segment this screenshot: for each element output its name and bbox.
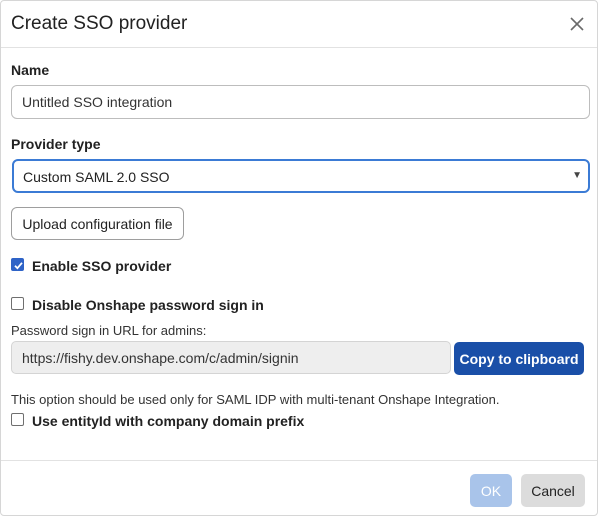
name-label: Name (11, 62, 50, 78)
disable-password-checkbox[interactable] (11, 297, 24, 310)
provider-type-select[interactable]: Custom SAML 2.0 SSO ▼ (12, 159, 590, 193)
name-input[interactable] (11, 85, 590, 119)
upload-configuration-file-button[interactable]: Upload configuration file (11, 207, 184, 240)
provider-type-selected-value: Custom SAML 2.0 SSO (23, 169, 170, 185)
password-url-label: Password sign in URL for admins: (11, 323, 207, 338)
checkmark-icon (14, 262, 23, 270)
cancel-button[interactable]: Cancel (521, 474, 585, 507)
close-icon[interactable] (567, 14, 587, 34)
caret-down-icon: ▼ (572, 170, 582, 181)
entity-id-note: This option should be used only for SAML… (11, 392, 500, 407)
footer-divider (1, 460, 597, 461)
entity-id-label: Use entityId with company domain prefix (32, 413, 305, 429)
entity-id-checkbox[interactable] (11, 413, 24, 426)
disable-password-label: Disable Onshape password sign in (32, 297, 264, 313)
dialog-title: Create SSO provider (11, 13, 188, 34)
password-url-field[interactable] (11, 341, 451, 374)
dialog-header: Create SSO provider (1, 1, 597, 48)
create-sso-provider-dialog: Create SSO provider Name Provider type C… (0, 0, 598, 516)
provider-type-label: Provider type (11, 136, 101, 152)
enable-sso-label: Enable SSO provider (32, 258, 172, 274)
copy-to-clipboard-button[interactable]: Copy to clipboard (454, 342, 584, 375)
enable-sso-checkbox[interactable] (11, 258, 24, 271)
ok-button[interactable]: OK (470, 474, 512, 507)
